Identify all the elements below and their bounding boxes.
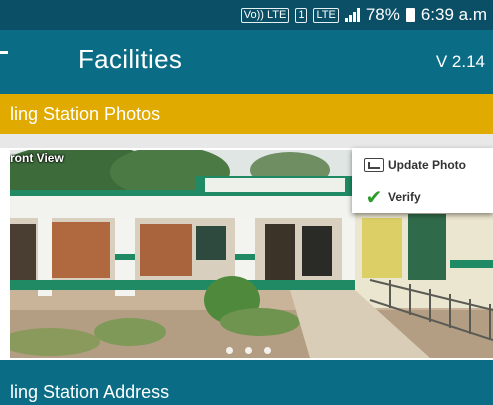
verify-label: Verify bbox=[388, 190, 421, 204]
section-header-address: ling Station Address bbox=[0, 360, 493, 405]
page-dot[interactable] bbox=[226, 347, 233, 354]
update-photo-menu-item[interactable]: Update Photo bbox=[352, 150, 493, 180]
update-photo-icon bbox=[364, 158, 384, 172]
page-title: Facilities bbox=[78, 44, 183, 74]
app-version: V 2.14 bbox=[435, 52, 485, 71]
photo-context-menu: Update Photo ✔ Verify bbox=[352, 148, 493, 213]
photo-page-indicator bbox=[226, 347, 271, 354]
section-title-address: ling Station Address bbox=[10, 382, 170, 402]
page-dot[interactable] bbox=[264, 347, 271, 354]
photo-view-label: ront View bbox=[10, 151, 64, 165]
status-time: 6:39 a.m bbox=[420, 5, 487, 24]
section-title-photos: ling Station Photos bbox=[10, 104, 161, 124]
battery-percent: 78% bbox=[365, 5, 400, 24]
signal-icon bbox=[344, 8, 360, 22]
lte-icon: LTE bbox=[313, 7, 339, 23]
verify-menu-item[interactable]: ✔ Verify bbox=[352, 182, 493, 212]
app-bar: Facilities V 2.14 bbox=[0, 30, 493, 94]
volte-icon: Vo)) LTE bbox=[240, 7, 290, 23]
battery-icon bbox=[405, 8, 415, 22]
page-dot[interactable] bbox=[245, 347, 252, 354]
back-arrow-icon[interactable] bbox=[0, 51, 8, 54]
checkmark-icon: ✔ bbox=[365, 186, 383, 209]
update-photo-label: Update Photo bbox=[388, 158, 466, 172]
sim-icon: 1 bbox=[295, 7, 308, 23]
section-divider bbox=[0, 134, 493, 148]
section-header-photos: ling Station Photos bbox=[0, 94, 493, 134]
status-bar: Vo)) LTE 1 LTE 78% 6:39 a.m bbox=[0, 0, 493, 30]
